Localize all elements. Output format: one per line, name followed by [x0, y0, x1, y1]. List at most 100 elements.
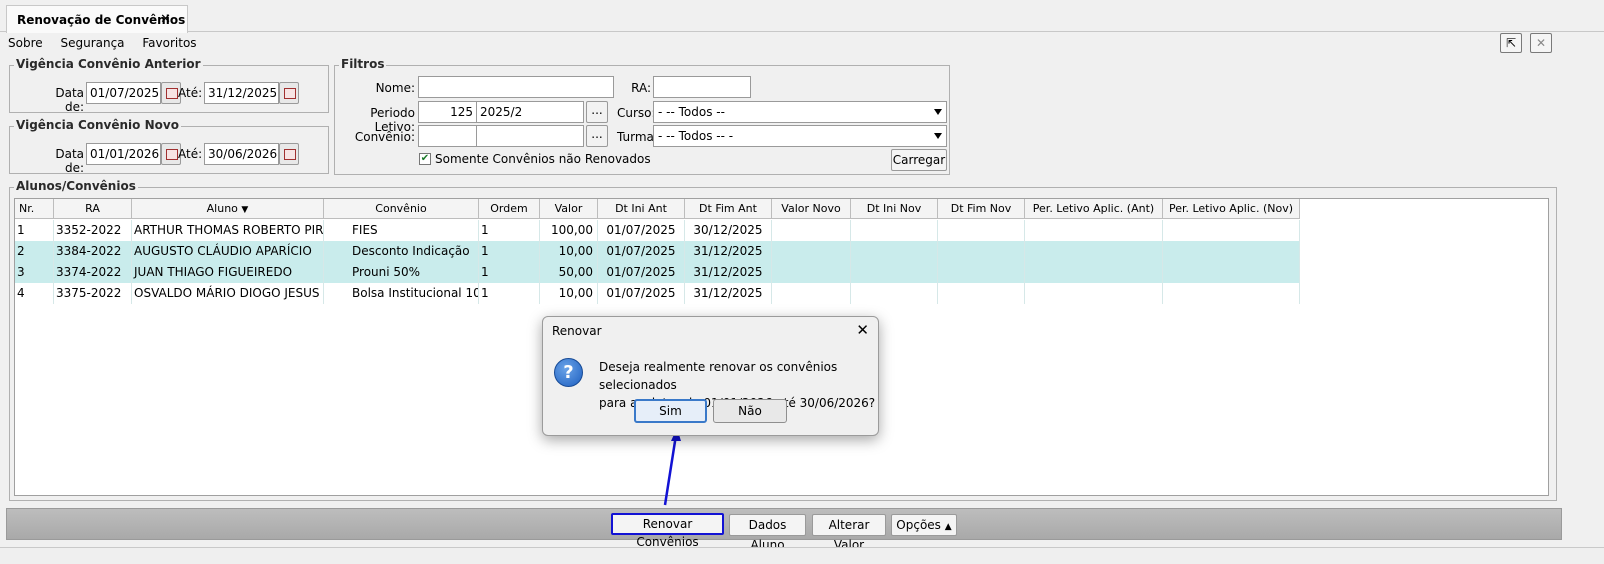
turma-value: - -- Todos -- - — [658, 129, 734, 143]
cell-nr: 1 — [15, 220, 54, 241]
group-vigencia-novo: Vigência Convênio Novo Data de: 01/01/20… — [9, 118, 329, 175]
cell-nr: 4 — [15, 283, 54, 304]
detach-window-icon[interactable]: ⇱ — [1500, 33, 1522, 53]
question-icon: ? — [554, 358, 583, 387]
menu-favoritos[interactable]: Favoritos — [142, 36, 196, 50]
dialog-message-line1: Deseja realmente renovar os convênios se… — [599, 360, 838, 392]
alterar-valor-button[interactable]: Alterar Valor — [812, 514, 886, 552]
cell-per-letivo-nov — [1163, 262, 1300, 283]
cell-dt-fim-ant: 31/12/2025 — [685, 262, 772, 283]
cell-nr: 2 — [15, 241, 54, 262]
cell-dt-fim-ant: 31/12/2025 — [685, 283, 772, 304]
dialog-close-icon[interactable]: ✕ — [856, 321, 869, 339]
annotation-arrow — [663, 428, 681, 506]
col-header-ordem[interactable]: Ordem — [479, 199, 540, 219]
group-title: Alunos/Convênios — [14, 179, 138, 193]
cell-ordem: 1 — [479, 241, 540, 262]
cell-dt-fim-ant: 30/12/2025 — [685, 220, 772, 241]
renovar-dialog: Renovar ✕ ? Deseja realmente renovar os … — [542, 316, 879, 436]
cell-dt-ini-nov — [851, 283, 938, 304]
cell-dt-fim-nov — [938, 283, 1025, 304]
cell-valor-novo — [772, 220, 851, 241]
renovar-convenios-button[interactable]: Renovar Convênios — [611, 513, 724, 549]
cell-valor-novo — [772, 283, 851, 304]
curso-select[interactable]: - -- Todos -- — [653, 101, 947, 123]
cell-aluno: AUGUSTO CLÁUDIO APARÍCIO — [132, 241, 324, 262]
somente-checkbox[interactable]: ✔ — [419, 153, 431, 165]
col-header-convenio[interactable]: Convênio — [324, 199, 479, 219]
vig-novo-data-de-input[interactable]: 01/01/2026 — [86, 143, 161, 165]
label-curso: Curso: — [617, 106, 656, 120]
col-header-aluno[interactable]: Aluno ▼ — [132, 199, 324, 219]
chevron-down-icon — [934, 133, 942, 139]
dados-aluno-button[interactable]: Dados Aluno — [729, 514, 806, 552]
convenio-name-input[interactable] — [476, 125, 584, 147]
cell-per-letivo-ant — [1025, 220, 1163, 241]
nome-input[interactable] — [418, 76, 614, 98]
cell-ra: 3374-2022 — [54, 262, 132, 283]
periodo-name-input[interactable]: 2025/2 — [476, 101, 584, 123]
cell-ra: 3375-2022 — [54, 283, 132, 304]
status-bar — [0, 547, 1604, 564]
convenio-lookup-button[interactable]: ... — [586, 125, 608, 147]
calendar-icon[interactable] — [279, 143, 299, 165]
dialog-title: Renovar — [552, 324, 602, 338]
menu-bar: Sobre Segurança Favoritos — [8, 36, 211, 54]
col-header-dt-fim-ant[interactable]: Dt Fim Ant — [685, 199, 772, 219]
close-window-icon[interactable]: ✕ — [1530, 33, 1552, 53]
tab-renovacao-convenios[interactable]: Renovação de Convênios ✕ — [6, 5, 188, 33]
periodo-lookup-button[interactable]: ... — [586, 101, 608, 123]
table-row[interactable]: 3 3374-2022 JUAN THIAGO FIGUEIREDO Proun… — [15, 262, 1300, 283]
tab-close-icon[interactable]: ✕ — [160, 12, 171, 27]
col-header-dt-ini-ant[interactable]: Dt Ini Ant — [598, 199, 685, 219]
cell-ra: 3384-2022 — [54, 241, 132, 262]
menu-seguranca[interactable]: Segurança — [60, 36, 124, 50]
group-title: Filtros — [339, 57, 387, 71]
cell-ordem: 1 — [479, 283, 540, 304]
group-title: Vigência Convênio Anterior — [14, 57, 203, 71]
ra-input[interactable] — [653, 76, 751, 98]
table-row[interactable]: 2 3384-2022 AUGUSTO CLÁUDIO APARÍCIO Des… — [15, 241, 1300, 262]
vig-novo-ate-input[interactable]: 30/06/2026 — [204, 143, 279, 165]
sort-desc-icon: ▼ — [241, 205, 249, 215]
cell-per-letivo-ant — [1025, 262, 1163, 283]
table-row[interactable]: 4 3375-2022 OSVALDO MÁRIO DIOGO JESUS Bo… — [15, 283, 1300, 304]
menu-sobre[interactable]: Sobre — [8, 36, 43, 50]
cell-per-letivo-nov — [1163, 241, 1300, 262]
cell-ra: 3352-2022 — [54, 220, 132, 241]
sim-button[interactable]: Sim — [634, 399, 707, 423]
cell-valor-novo — [772, 262, 851, 283]
label-nome: Nome: — [375, 81, 415, 95]
col-header-dt-ini-nov[interactable]: Dt Ini Nov — [851, 199, 938, 219]
col-header-per-letivo-ant[interactable]: Per. Letivo Aplic. (Ant) — [1025, 199, 1163, 219]
cell-valor: 10,00 — [540, 241, 598, 262]
carregar-button[interactable]: Carregar — [891, 149, 947, 171]
nao-button[interactable]: Não — [713, 399, 787, 423]
turma-select[interactable]: - -- Todos -- - — [653, 125, 947, 147]
cell-valor: 100,00 — [540, 220, 598, 241]
cell-dt-ini-nov — [851, 262, 938, 283]
col-header-per-letivo-nov[interactable]: Per. Letivo Aplic. (Nov) — [1163, 199, 1300, 219]
opcoes-button[interactable]: Opções ▲ — [891, 514, 957, 536]
col-header-nr[interactable]: Nr. — [15, 199, 54, 219]
cell-dt-fim-nov — [938, 220, 1025, 241]
cell-convenio: Bolsa Institucional 10% — [324, 283, 479, 304]
vig-ant-ate-input[interactable]: 31/12/2025 — [204, 82, 279, 104]
label-ate: Até: — [178, 86, 203, 100]
table-row[interactable]: 1 3352-2022 ARTHUR THOMAS ROBERTO PIRES … — [15, 220, 1300, 241]
col-header-dt-fim-nov[interactable]: Dt Fim Nov — [938, 199, 1025, 219]
chevron-down-icon — [934, 109, 942, 115]
cell-dt-fim-nov — [938, 262, 1025, 283]
cell-convenio: Prouni 50% — [324, 262, 479, 283]
vig-ant-data-de-input[interactable]: 01/07/2025 — [86, 82, 161, 104]
label-ate: Até: — [178, 147, 203, 161]
calendar-icon[interactable] — [279, 82, 299, 104]
col-header-valor[interactable]: Valor — [540, 199, 598, 219]
col-header-ra[interactable]: RA — [54, 199, 132, 219]
periodo-code-input[interactable]: 125 — [418, 101, 477, 123]
cell-valor: 10,00 — [540, 283, 598, 304]
col-header-valor-novo[interactable]: Valor Novo — [772, 199, 851, 219]
convenio-code-input[interactable] — [418, 125, 477, 147]
col-header-aluno-label: Aluno — [206, 202, 238, 215]
cell-per-letivo-ant — [1025, 283, 1163, 304]
